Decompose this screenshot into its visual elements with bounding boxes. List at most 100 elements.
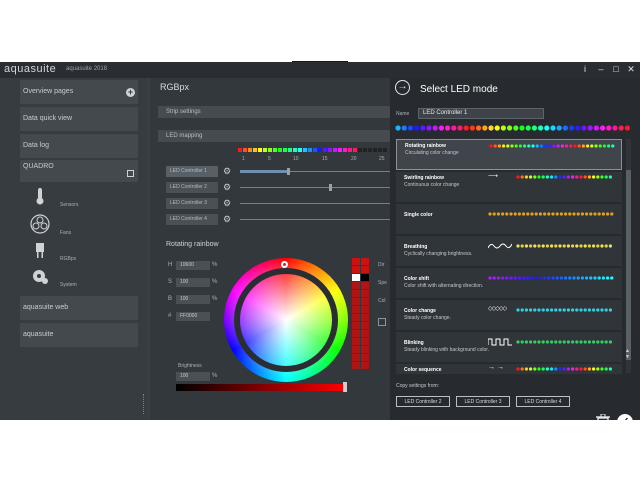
brightness-percent-value: 100 [180, 296, 189, 302]
sidebar-sub-fans[interactable]: Fans [60, 230, 71, 236]
palette-swatch [352, 322, 360, 329]
controller-2-gear-icon[interactable]: ⚙ [223, 183, 231, 192]
preview-led [530, 212, 534, 216]
brightness-slider-handle[interactable] [343, 382, 347, 392]
sidebar-item-aquasuite[interactable]: aquasuite [20, 323, 138, 347]
saturation-input[interactable]: 100 [176, 278, 210, 287]
sidebar-item-quick-view[interactable]: Data quick view [20, 107, 138, 131]
controller-2-button[interactable]: LED Controller 2 [166, 182, 218, 193]
effect-section-title: Rotating rainbow [166, 241, 219, 248]
preview-led [610, 212, 614, 216]
preview-led [489, 144, 493, 148]
preview-led [510, 144, 514, 148]
copy-from-controller-2-button[interactable]: LED Controller 2 [396, 396, 450, 407]
preview-led [606, 276, 610, 280]
maximize-icon[interactable]: □ [611, 64, 621, 74]
strip-settings-label: Strip settings [166, 109, 201, 115]
trash-icon[interactable] [596, 414, 610, 420]
controller-1-range-handle[interactable] [287, 168, 290, 175]
color-dot [426, 125, 432, 131]
vertical-brand: aquacomputer [2, 278, 14, 418]
strip-settings-header[interactable]: Strip settings [158, 106, 390, 118]
controller-4-button[interactable]: LED Controller 4 [166, 214, 218, 225]
hex-color-input[interactable]: FF0000 [176, 312, 210, 321]
color-dot [438, 125, 444, 131]
controller-3-button[interactable]: LED Controller 3 [166, 198, 218, 209]
preview-led [568, 276, 572, 280]
minimize-icon[interactable]: – [596, 64, 606, 74]
mode-single-color[interactable]: Single color [396, 204, 622, 234]
info-icon[interactable]: i [580, 64, 590, 74]
mode-breathing[interactable]: Breathing Cyclically changing brightness… [396, 236, 622, 266]
sidebar-item-aquasuite-web[interactable]: aquasuite web [20, 296, 138, 320]
preview-led [537, 367, 541, 371]
sidebar-item-data-log[interactable]: Data log [20, 134, 138, 158]
name-input[interactable]: LED Controller 1 [418, 108, 544, 119]
brightness-value-input[interactable]: 100 [176, 295, 210, 304]
hue-input[interactable]: 10600 [176, 261, 210, 270]
sidebar-item-quadro[interactable]: QUADRO [20, 160, 138, 182]
mode-color-sequence[interactable]: Color sequence → → [396, 364, 622, 374]
ruler-led [353, 148, 357, 152]
copy-button-label: LED Controller 3 [464, 399, 502, 405]
side-checkbox[interactable] [378, 318, 386, 326]
preview-led [608, 175, 612, 179]
palette-swatch [361, 266, 369, 273]
sidebar-resize-handle[interactable] [143, 394, 147, 414]
controller-2-range[interactable] [240, 187, 390, 188]
preview-led [600, 244, 604, 248]
controller-3-range[interactable] [240, 203, 390, 204]
preview-led [600, 367, 604, 371]
copy-from-controller-3-button[interactable]: LED Controller 3 [456, 396, 510, 407]
color-presets[interactable] [352, 258, 372, 370]
controller-2-range-handle[interactable] [329, 184, 332, 191]
copy-from-controller-4-button[interactable]: LED Controller 4 [516, 396, 570, 407]
scroll-down-icon[interactable]: ▼ [625, 354, 630, 360]
close-icon[interactable]: ✕ [626, 64, 636, 74]
color-dot [618, 125, 624, 131]
mode-swirling-rainbow[interactable]: Swirling rainbow Continuous color change… [396, 172, 622, 202]
back-icon[interactable]: → [395, 80, 410, 95]
color-dot [581, 125, 587, 131]
color-dot [513, 125, 519, 131]
brightness-input[interactable]: 100 [176, 372, 210, 381]
sidebar-item-overview[interactable]: Overview pages + [20, 80, 138, 104]
mode-color-change[interactable]: Color change Steady color change. ◇◇◇◇◇ [396, 300, 622, 330]
confirm-check-icon[interactable]: ✓ [617, 414, 633, 420]
controller-3-gear-icon[interactable]: ⚙ [223, 199, 231, 208]
controller-4-range[interactable] [240, 219, 390, 220]
mode-desc: Circulating color change [405, 150, 459, 156]
preview-led [573, 144, 577, 148]
mode-rotating-rainbow[interactable]: Rotating rainbow Circulating color chang… [396, 139, 622, 170]
preview-led [597, 276, 601, 280]
sidebar-sub-system[interactable]: System [60, 282, 77, 288]
color-dot-strip[interactable] [394, 124, 634, 132]
palette-swatch [352, 282, 360, 289]
preview-led [534, 276, 538, 280]
mode-desc: Steady blinking with background color. [404, 347, 490, 353]
color-dot [482, 125, 488, 131]
controller-1-button[interactable]: LED Controller 1 [166, 166, 218, 177]
color-dot [525, 125, 531, 131]
device-icon[interactable] [127, 170, 134, 177]
preview-led [533, 308, 537, 312]
palette-swatch [361, 330, 369, 337]
mode-preview [516, 308, 612, 312]
scroll-thumb[interactable] [626, 170, 631, 360]
preview-led [506, 144, 510, 148]
preview-led [527, 144, 531, 148]
sidebar-sub-rgbpx[interactable]: RGBpx [60, 256, 76, 262]
mode-blinking[interactable]: Blinking Steady blinking with background… [396, 332, 622, 362]
led-mapping-header[interactable]: LED mapping [158, 130, 390, 142]
preview-led [554, 175, 558, 179]
color-wheel-handle[interactable] [281, 261, 288, 268]
add-icon[interactable]: + [126, 88, 135, 97]
mode-color-shift[interactable]: Color shift Color shift with alternating… [396, 268, 622, 298]
mode-name: Blinking [404, 340, 424, 346]
controller-1-gear-icon[interactable]: ⚙ [223, 167, 231, 176]
brightness-slider[interactable] [176, 384, 346, 391]
controller-4-gear-icon[interactable]: ⚙ [223, 215, 231, 224]
sidebar-sub-sensors[interactable]: Sensors [60, 202, 78, 208]
ruler-led [293, 148, 297, 152]
palette-swatch [361, 314, 369, 321]
